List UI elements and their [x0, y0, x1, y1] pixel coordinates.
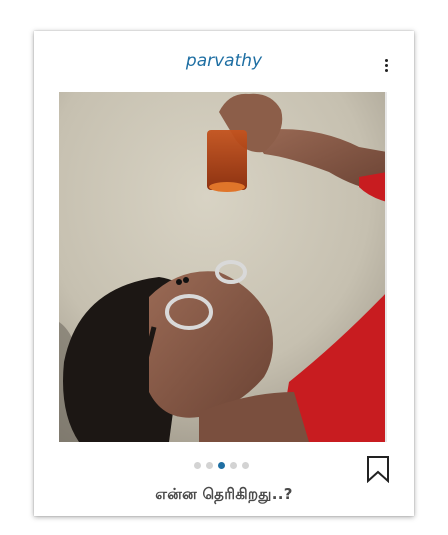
more-options-icon[interactable] [384, 59, 390, 73]
carousel-dot[interactable] [194, 462, 201, 469]
post-card: parvathy என்ன தெரிகிறது..? [34, 31, 414, 516]
post-username[interactable]: parvathy [34, 51, 414, 71]
post-photo[interactable] [59, 92, 387, 442]
carousel-dot[interactable] [230, 462, 237, 469]
carousel-dot[interactable] [206, 462, 213, 469]
bookmark-icon[interactable] [366, 455, 390, 484]
carousel-dot[interactable] [242, 462, 249, 469]
carousel-dot-active[interactable] [218, 462, 225, 469]
post-caption: என்ன தெரிகிறது..? [155, 485, 293, 503]
photo-artwork [59, 92, 385, 442]
